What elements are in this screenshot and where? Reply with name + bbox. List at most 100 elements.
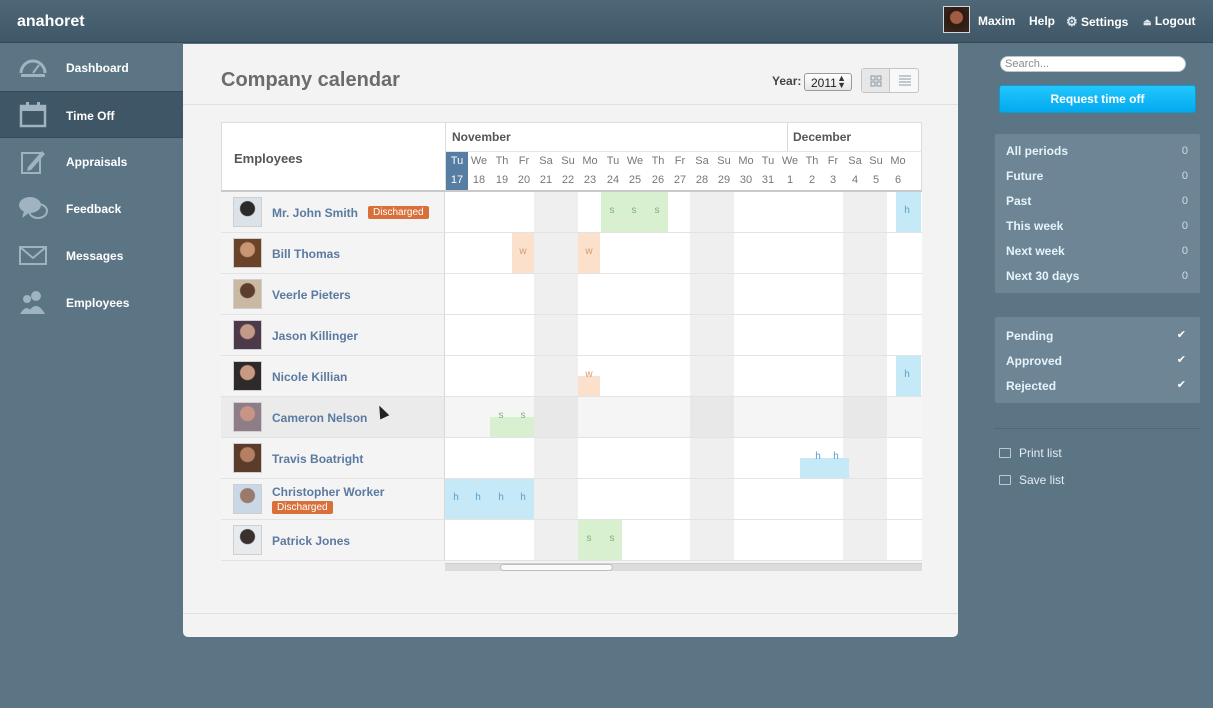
checkmark-icon[interactable]: ✔ [1177,378,1186,391]
day-of-week: Su [561,155,575,167]
divider [994,428,1201,429]
filter-approved[interactable]: Approved [1006,354,1062,368]
employee-name-link[interactable]: Cameron Nelson [272,411,367,425]
status-filter: Pending ✔ Approved ✔ Rejected ✔ [994,316,1201,404]
user-avatar[interactable] [943,6,970,33]
day-grid[interactable]: hhhh [445,479,922,519]
day-number: 28 [695,174,709,186]
nav-item-time-off[interactable]: Time Off [0,91,183,138]
nav-item-messages[interactable]: Messages [0,232,183,279]
gauge-icon [19,59,47,77]
table-row[interactable]: Travis Boatright h h [221,438,922,479]
day-number: 5 [872,174,880,186]
weekend-cell [534,520,578,560]
avatar[interactable] [233,197,262,227]
employee-name-link[interactable]: Bill Thomas [272,247,340,261]
month-separator [787,123,788,151]
table-row[interactable]: Veerle Pieters [221,274,922,315]
employee-name-link[interactable]: Patrick Jones [272,534,350,548]
day-grid[interactable] [445,274,922,314]
logout-link[interactable]: ⏏ Logout [1143,14,1196,28]
checkmark-icon[interactable]: ✔ [1177,328,1186,341]
weekend-cell [690,520,734,560]
avatar[interactable] [233,279,262,309]
day-number: 2 [808,174,816,186]
table-row[interactable]: Mr. John Smith Discharged s s s h [221,192,922,233]
day-of-week: Su [717,155,731,167]
year-value: 2011 [811,76,837,90]
day-grid[interactable]: ss [445,397,922,437]
avatar[interactable] [233,525,262,555]
weekend-cell [690,315,734,355]
avatar[interactable] [233,484,262,514]
filter-future[interactable]: Future [1006,169,1043,183]
filter-this-week[interactable]: This week [1006,219,1063,233]
filter-past[interactable]: Past [1006,194,1031,208]
calendar-icon [19,102,47,128]
list-view-button[interactable] [891,69,919,92]
grid-view-button[interactable] [862,69,890,92]
table-row[interactable]: Cameron Nelson s s [221,397,922,438]
employee-name-link[interactable]: Christopher Worker [272,485,384,499]
nav-item-appraisals[interactable]: Appraisals [0,138,183,185]
table-row[interactable]: Nicole Killian w h [221,356,922,397]
employee-name-link[interactable]: Veerle Pieters [272,288,351,302]
employee-name-link[interactable]: Jason Killinger [272,329,358,343]
time-off-marker: s [609,205,615,216]
table-row[interactable]: Bill Thomas w w [221,233,922,274]
time-off-marker: h [453,492,459,503]
print-list-link[interactable]: Print list [999,446,1062,460]
employee-name-link[interactable]: Travis Boatright [272,452,363,466]
employee-cell: Veerle Pieters [221,274,445,314]
year-select[interactable]: 2011 ▲ ▼ [804,73,852,91]
day-grid[interactable]: wh [445,356,922,396]
day-grid[interactable]: hh [445,438,922,478]
employee-photo [234,198,261,226]
help-link[interactable]: Help [1029,14,1055,28]
filter-next-week[interactable]: Next week [1006,244,1065,258]
table-row[interactable]: Patrick Jones s s [221,520,922,561]
time-off-marker: h [475,492,481,503]
horizontal-scrollbar[interactable] [445,563,922,571]
table-row[interactable]: Jason Killinger [221,315,922,356]
day-grid[interactable] [445,315,922,355]
year-label: Year: [772,74,802,88]
time-off-marker: h [904,369,910,380]
main-panel: Company calendar Year: 2011 ▲ ▼ Employees… [183,44,958,637]
nav-item-employees[interactable]: Employees [0,279,183,326]
filter-all-periods[interactable]: All periods [1006,144,1068,158]
avatar[interactable] [233,361,262,391]
day-of-week: Mo [890,155,906,167]
filter-pending[interactable]: Pending [1006,329,1053,343]
nav-item-dashboard[interactable]: Dashboard [0,44,183,91]
employee-name-link[interactable]: Mr. John Smith [272,206,358,220]
save-list-link[interactable]: Save list [999,473,1064,487]
avatar[interactable] [233,320,262,350]
filter-count: 0 [1181,145,1188,157]
day-grid[interactable]: ss [445,520,922,560]
sidebar: Dashboard Time Off Appraisals Feedback M… [0,44,183,326]
app-logo[interactable]: anahoret [17,13,85,31]
employee-name-link[interactable]: Nicole Killian [272,370,347,384]
day-column: Mo 30 [735,152,757,190]
avatar[interactable] [233,238,262,268]
avatar[interactable] [233,402,262,432]
search-input[interactable]: Search... [1000,56,1186,72]
filter-next-30-days[interactable]: Next 30 days [1006,269,1079,283]
day-column: Fr 27 [669,152,691,190]
avatar[interactable] [233,443,262,473]
day-of-week: Sa [848,155,862,167]
nav-item-feedback[interactable]: Feedback [0,185,183,232]
scrollbar-thumb[interactable] [500,564,613,571]
weekend-cell [690,233,734,273]
day-column: Th 2 [801,152,823,190]
checkmark-icon[interactable]: ✔ [1177,353,1186,366]
day-grid[interactable]: sssh [445,192,922,232]
request-time-off-button[interactable]: Request time off [999,85,1196,113]
day-grid[interactable]: ww [445,233,922,273]
table-row[interactable]: Christopher Worker Discharged h h h h [221,479,922,520]
user-name-link[interactable]: Maxim [978,14,1015,28]
filter-rejected[interactable]: Rejected [1006,379,1056,393]
print-list-label: Print list [1019,446,1062,460]
settings-link[interactable]: ⚙ Settings [1066,14,1128,30]
